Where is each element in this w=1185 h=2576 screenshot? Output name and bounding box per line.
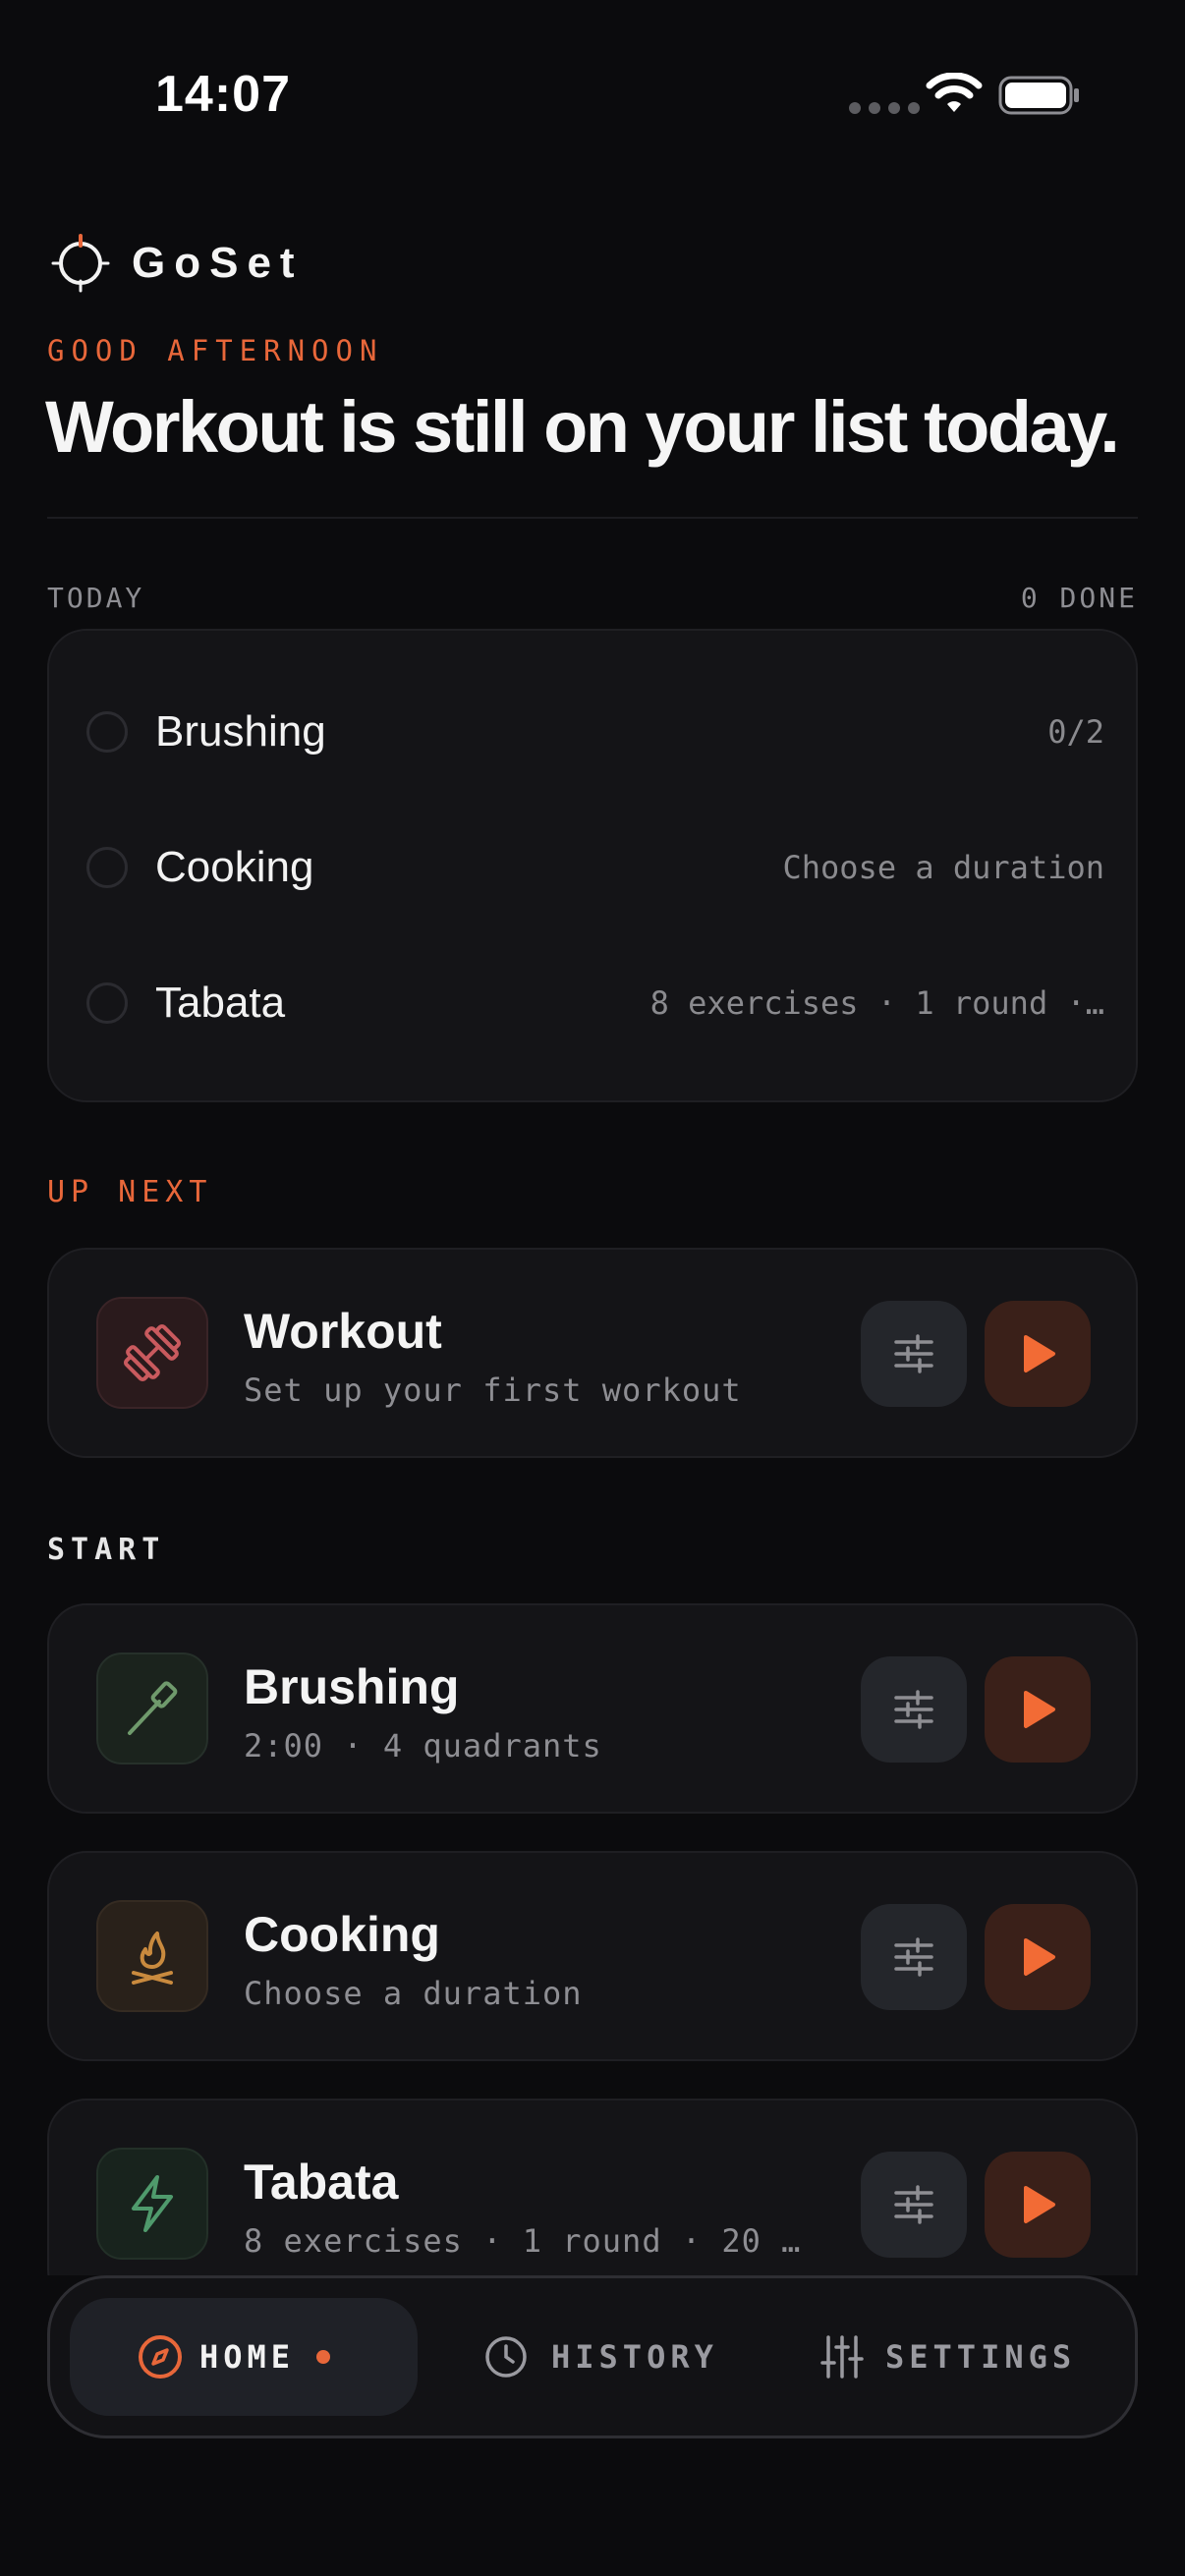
app-name: GoSet xyxy=(132,239,304,287)
today-item-meta: 0/2 xyxy=(1047,713,1104,751)
nav-home-label: HOME xyxy=(199,2338,296,2376)
today-item-tabata[interactable]: Tabata 8 exercises · 1 round ·… xyxy=(49,949,1140,1057)
today-item-brushing[interactable]: Brushing 0/2 xyxy=(49,678,1140,786)
start-label: START xyxy=(47,1533,166,1567)
checkbox[interactable] xyxy=(86,847,128,888)
today-item-meta: Choose a duration xyxy=(782,849,1104,886)
brushing-card[interactable]: Brushing 2:00 · 4 quadrants xyxy=(47,1603,1138,1814)
page-title: Workout is still on your list today. xyxy=(45,386,1120,468)
configure-button[interactable] xyxy=(861,1301,967,1407)
nav-history-label: HISTORY xyxy=(551,2338,718,2376)
checkbox[interactable] xyxy=(86,982,128,1024)
sliders-icon xyxy=(894,1334,933,1373)
today-item-meta: 8 exercises · 1 round ·… xyxy=(649,984,1104,1022)
card-title: Cooking xyxy=(244,1907,440,1962)
crosshair-logo-icon xyxy=(51,234,110,293)
flame-icon xyxy=(132,1932,173,1985)
configure-button[interactable] xyxy=(861,1904,967,2010)
today-item-name: Brushing xyxy=(155,707,326,756)
play-icon xyxy=(1024,1335,1055,1372)
clock-icon xyxy=(485,2336,527,2378)
today-item-cooking[interactable]: Cooking Choose a duration xyxy=(49,813,1140,922)
workout-card[interactable]: Workout Set up your first workout xyxy=(47,1248,1138,1458)
configure-button[interactable] xyxy=(861,1656,967,1763)
bottom-nav: HOME HISTORY SETTINGS xyxy=(47,2275,1138,2438)
nav-settings[interactable]: SETTINGS xyxy=(820,2298,1076,2416)
nav-home[interactable]: HOME xyxy=(70,2298,418,2416)
sliders-icon xyxy=(894,1937,933,1977)
today-checklist: Brushing 0/2 Cooking Choose a duration T… xyxy=(47,629,1138,1102)
sliders-icon xyxy=(894,2185,933,2224)
play-icon xyxy=(1024,2186,1055,2223)
compass-icon xyxy=(139,2335,182,2379)
divider xyxy=(47,517,1138,519)
lightning-icon xyxy=(132,2175,173,2232)
card-title: Workout xyxy=(244,1304,442,1359)
toothbrush-icon xyxy=(128,1681,178,1735)
brand: GoSet xyxy=(51,234,304,293)
settings-sliders-icon xyxy=(820,2335,864,2379)
active-indicator xyxy=(316,2350,331,2364)
today-item-name: Tabata xyxy=(155,979,286,1027)
cellular-signal-icon xyxy=(849,102,920,114)
card-title: Brushing xyxy=(244,1659,460,1714)
today-label: TODAY xyxy=(47,582,145,614)
card-subtitle: 8 exercises · 1 round · 20 s… xyxy=(244,2222,814,2260)
play-icon xyxy=(1024,1691,1055,1728)
today-item-name: Cooking xyxy=(155,843,314,891)
wifi-icon xyxy=(926,73,983,112)
status-time: 14:07 xyxy=(155,66,291,123)
play-button[interactable] xyxy=(985,1301,1091,1407)
card-subtitle: 2:00 · 4 quadrants xyxy=(244,1727,602,1764)
up-next-label: UP NEXT xyxy=(47,1175,213,1209)
play-button[interactable] xyxy=(985,1656,1091,1763)
checkbox[interactable] xyxy=(86,711,128,753)
cooking-card[interactable]: Cooking Choose a duration xyxy=(47,1851,1138,2061)
workout-icon-box xyxy=(96,1297,208,1409)
battery-icon xyxy=(998,76,1079,115)
card-subtitle: Choose a duration xyxy=(244,1975,583,2012)
done-count: 0 DONE xyxy=(1020,582,1138,614)
nav-history[interactable]: HISTORY xyxy=(482,2298,718,2416)
greeting: GOOD AFTERNOON xyxy=(47,334,384,367)
nav-settings-label: SETTINGS xyxy=(885,2338,1077,2376)
tabata-icon-box xyxy=(96,2148,208,2260)
brushing-icon-box xyxy=(96,1652,208,1764)
sliders-icon xyxy=(894,1690,933,1729)
card-subtitle: Set up your first workout xyxy=(244,1372,742,1409)
play-button[interactable] xyxy=(985,2152,1091,2258)
card-title: Tabata xyxy=(244,2155,399,2210)
cooking-icon-box xyxy=(96,1900,208,2012)
status-bar: 14:07 xyxy=(0,0,1185,196)
play-icon xyxy=(1024,1938,1055,1976)
configure-button[interactable] xyxy=(861,2152,967,2258)
play-button[interactable] xyxy=(985,1904,1091,2010)
dumbbell-icon xyxy=(123,1323,182,1382)
